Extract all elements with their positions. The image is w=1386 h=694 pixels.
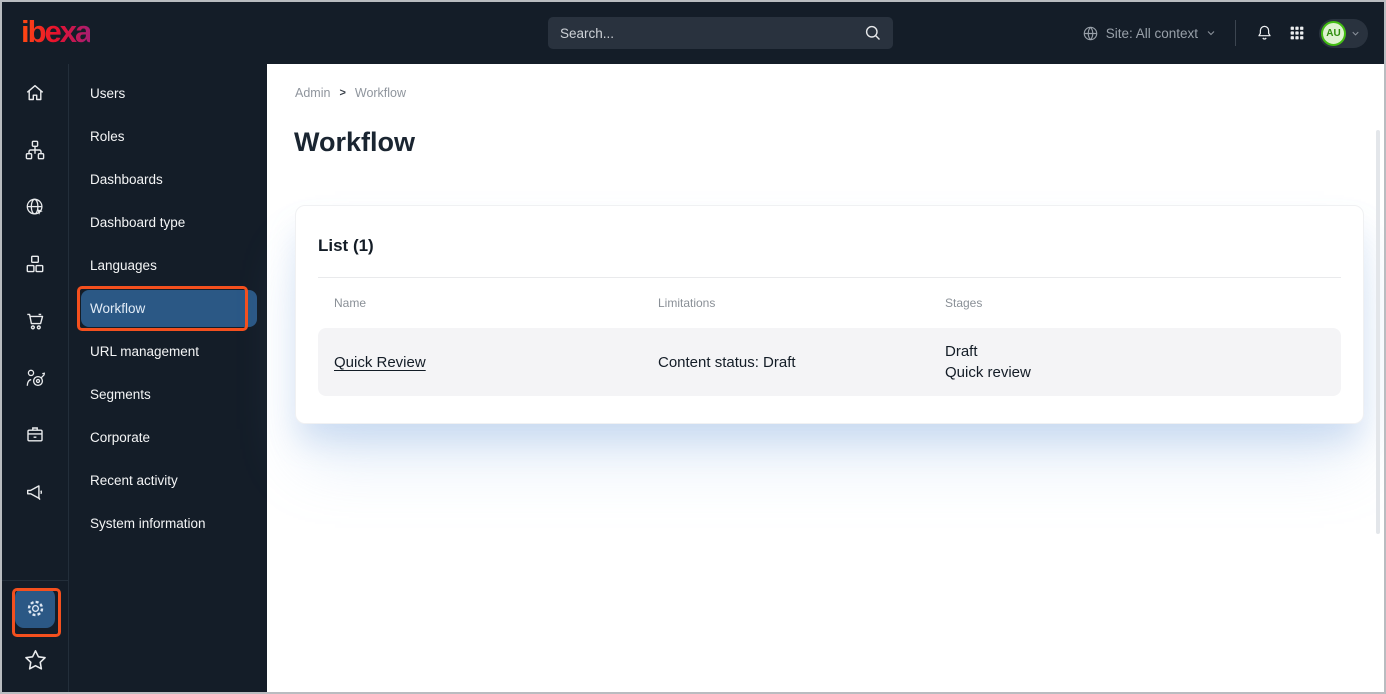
column-header-limitations: Limitations [658,296,716,310]
table-header-row: Name Limitations Stages [318,296,1341,310]
products-boxes-icon[interactable] [2,235,68,292]
row-stages: Draft Quick review [945,341,1341,383]
topbar-right: Site: All context AU [1082,2,1368,64]
customers-badge-icon[interactable] [2,406,68,463]
site-globe-icon[interactable] [2,178,68,235]
sidebar-item-languages[interactable]: Languages [81,244,257,287]
notifications-bell-icon[interactable] [1254,23,1275,44]
marketing-megaphone-icon[interactable] [2,463,68,520]
workflow-name-link[interactable]: Quick Review [334,354,426,371]
breadcrumb: Admin > Workflow [295,86,406,100]
sidebar-item-corporate[interactable]: Corporate [81,416,257,459]
global-search [548,17,893,49]
list-card-title: List (1) [318,236,374,255]
home-icon[interactable] [2,64,68,121]
column-header-stages: Stages [945,296,983,310]
personalization-target-icon[interactable] [2,349,68,406]
site-context-selector[interactable]: Site: All context [1082,25,1217,42]
admin-menu: Users Roles Dashboards Dashboard type La… [69,64,267,692]
app-grid-icon[interactable] [1288,24,1306,42]
breadcrumb-separator: > [339,87,346,99]
column-header-name: Name [334,296,367,310]
sidebar-item-url-management[interactable]: URL management [81,330,257,373]
stage-item: Quick review [945,364,1031,381]
topbar: ibexa Site: All context [2,2,1384,64]
rail-bottom-section [2,580,68,692]
sidebar-item-dashboards[interactable]: Dashboards [81,158,257,201]
chevron-down-icon [1205,27,1217,39]
icon-rail [2,64,69,692]
row-limitations: Content status: Draft [658,353,796,371]
site-context-label: Site: All context [1105,25,1198,41]
favorites-star-icon[interactable] [22,628,49,692]
breadcrumb-admin[interactable]: Admin [295,86,330,100]
scrollbar-thumb[interactable] [1376,130,1380,534]
app-window: ibexa Site: All context [0,0,1386,694]
search-input[interactable] [548,25,864,41]
sidebar-item-segments[interactable]: Segments [81,373,257,416]
breadcrumb-workflow: Workflow [354,86,407,100]
page-title: Workflow [294,127,415,157]
settings-gear-button[interactable] [15,588,55,628]
chevron-down-icon [1350,28,1361,39]
topbar-divider [1235,20,1236,46]
sidebar-item-roles[interactable]: Roles [81,115,257,158]
ibexa-logo[interactable]: ibexa [21,14,92,50]
stage-item: Draft [945,343,978,360]
sidebar-item-dashboard-type[interactable]: Dashboard type [81,201,257,244]
workflow-list-card: List (1) Name Limitations Stages Quick R… [295,205,1364,424]
globe-icon [1082,25,1099,42]
sidebar-item-system-information[interactable]: System information [81,502,257,545]
main-content: Admin > Workflow Workflow List (1) Name … [267,64,1384,692]
table-row: Quick Review Content status: Draft Draft… [318,328,1341,396]
search-icon[interactable] [864,24,882,42]
avatar: AU [1321,20,1346,46]
card-divider [318,277,1341,278]
content-tree-icon[interactable] [2,121,68,178]
sidebar-item-recent-activity[interactable]: Recent activity [81,459,257,502]
sidebar-item-users[interactable]: Users [81,72,257,115]
commerce-cart-icon[interactable] [2,292,68,349]
user-menu[interactable]: AU [1319,18,1368,48]
sidebar-item-workflow[interactable]: Workflow [81,290,257,327]
